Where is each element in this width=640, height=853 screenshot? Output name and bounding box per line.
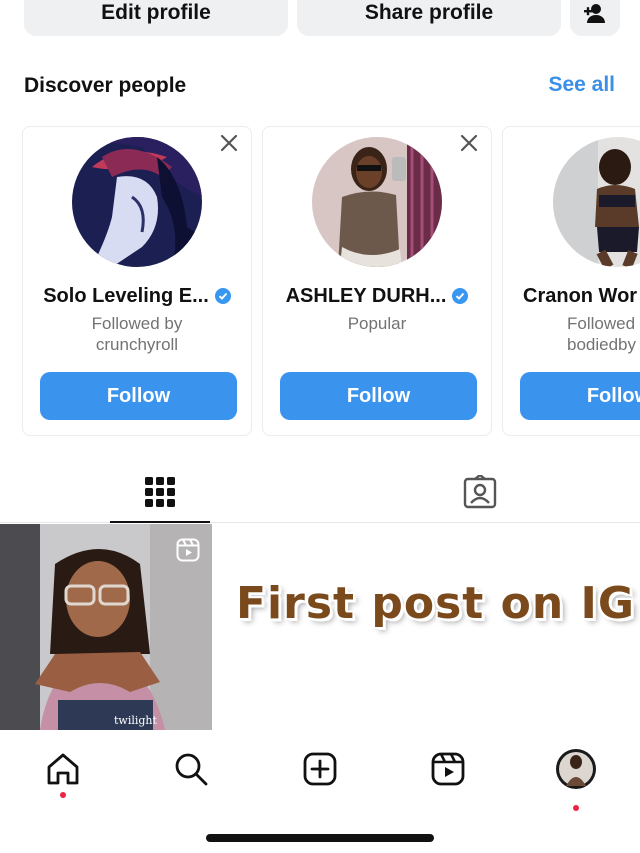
avatar bbox=[556, 749, 596, 789]
discover-people-title: Discover people bbox=[24, 74, 187, 97]
post-caption-text[interactable]: First post on IG bbox=[236, 578, 635, 629]
nav-profile[interactable] bbox=[551, 744, 601, 811]
close-icon[interactable] bbox=[459, 133, 479, 153]
follow-button[interactable]: Follow bbox=[40, 372, 237, 420]
create-icon bbox=[303, 752, 337, 786]
suggestion-card[interactable]: ASHLEY DURH... Popular Follow bbox=[262, 126, 492, 436]
avatar[interactable] bbox=[312, 137, 442, 267]
add-user-button[interactable] bbox=[570, 0, 620, 36]
avatar[interactable] bbox=[72, 137, 202, 267]
nav-reels[interactable] bbox=[423, 744, 473, 794]
reel-thumbnail[interactable]: twilight bbox=[0, 524, 212, 730]
suggestion-card[interactable]: Solo Leveling E... Followed by crunchyro… bbox=[22, 126, 252, 436]
add-user-icon bbox=[584, 4, 605, 23]
suggestion-name: ASHLEY DURH... bbox=[263, 285, 491, 308]
tab-posts-grid[interactable] bbox=[110, 462, 210, 523]
bottom-nav bbox=[0, 730, 640, 853]
suggestion-reason: Followed by crunchyroll bbox=[91, 314, 183, 354]
notification-dot bbox=[60, 792, 66, 798]
reels-icon bbox=[431, 752, 465, 786]
home-icon bbox=[47, 753, 79, 785]
follow-button[interactable]: Follow bbox=[280, 372, 477, 420]
tagged-icon bbox=[463, 475, 497, 509]
suggestion-name: Cranon Wor bbox=[523, 285, 638, 307]
nav-create[interactable] bbox=[295, 744, 345, 794]
suggestion-reason: Popular bbox=[347, 314, 407, 333]
suggestion-name: Solo Leveling E... bbox=[23, 285, 251, 308]
avatar[interactable] bbox=[553, 137, 640, 267]
reel-icon bbox=[176, 538, 200, 562]
suggestion-card[interactable]: Cranon Wor Followed bodiedby Follow bbox=[502, 126, 640, 436]
tab-tagged[interactable] bbox=[430, 462, 530, 522]
search-icon bbox=[175, 753, 208, 786]
grid-icon bbox=[145, 476, 175, 507]
verified-icon bbox=[452, 288, 469, 304]
posts-grid: twilight First post on IG bbox=[0, 524, 640, 730]
share-profile-button[interactable]: Share profile bbox=[297, 0, 561, 36]
follow-button[interactable]: Follow bbox=[520, 372, 640, 420]
close-icon[interactable] bbox=[219, 133, 239, 153]
suggestion-reason: Followed bodiedby bbox=[567, 314, 637, 354]
nav-home[interactable] bbox=[38, 744, 88, 798]
see-all-link[interactable]: See all bbox=[548, 73, 615, 97]
edit-profile-button[interactable]: Edit profile bbox=[24, 0, 288, 36]
profile-tabs bbox=[0, 462, 640, 523]
nav-search[interactable] bbox=[166, 744, 216, 794]
suggestions-carousel[interactable]: Solo Leveling E... Followed by crunchyro… bbox=[0, 126, 640, 436]
verified-icon bbox=[214, 288, 231, 304]
profile-actions: Edit profile Share profile bbox=[24, 0, 640, 36]
home-indicator bbox=[206, 834, 434, 842]
twilight-caption: twilight bbox=[114, 714, 158, 727]
notification-dot bbox=[573, 805, 579, 811]
